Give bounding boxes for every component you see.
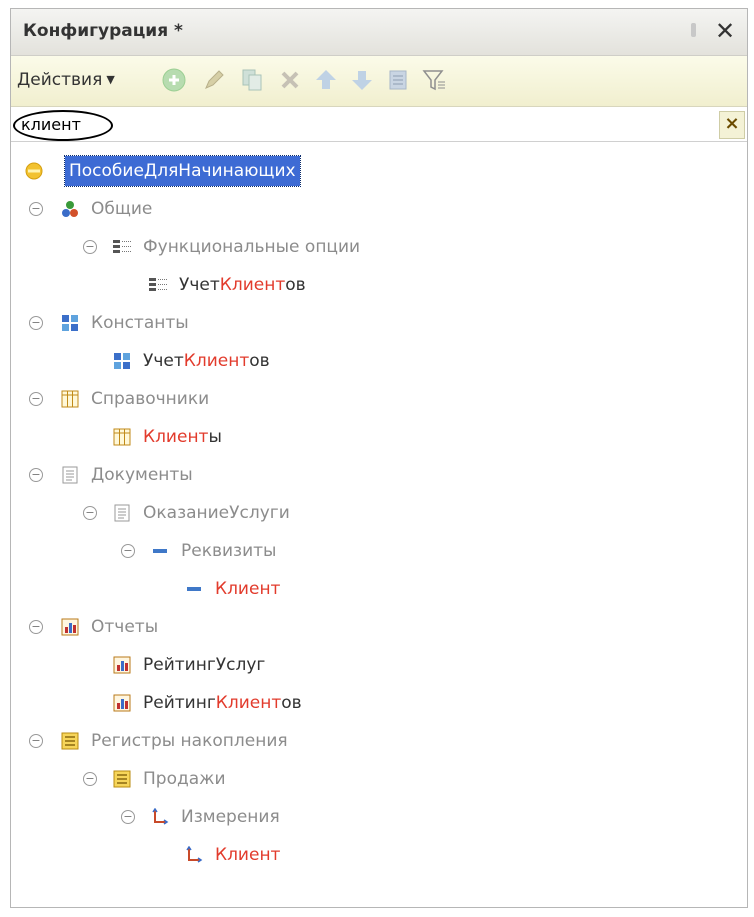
- collapse-toggle-icon[interactable]: −: [29, 620, 43, 634]
- tree-item-label: Измерения: [181, 807, 280, 827]
- catalog-icon: [113, 428, 131, 446]
- search-input[interactable]: [17, 111, 725, 137]
- functional-options-icon: [113, 240, 131, 253]
- close-button[interactable]: ✕: [711, 17, 739, 45]
- documents-icon: [62, 466, 78, 484]
- attribute-icon: [187, 587, 201, 591]
- collapse-toggle-icon[interactable]: −: [121, 810, 135, 824]
- constants-icon: [62, 315, 78, 331]
- tree-item-label: ПособиеДляНачинающих: [64, 155, 301, 187]
- actions-label: Действия: [17, 70, 103, 90]
- clear-search-button[interactable]: ×: [719, 111, 745, 139]
- tree-item-label: Клиенты: [143, 427, 222, 447]
- tree-item-label: УчетКлиентов: [179, 275, 306, 295]
- collapse-toggle-icon[interactable]: −: [29, 468, 43, 482]
- search-bar: ×: [11, 107, 747, 142]
- tree-item-label: Продажи: [143, 769, 226, 789]
- tree-item-label: РейтингУслуг: [143, 655, 266, 675]
- attributes-icon: [153, 549, 167, 553]
- tree-item-label: ОказаниеУслуги: [143, 503, 290, 523]
- title-bar: Конфигурация * ✕: [11, 9, 747, 56]
- delete-icon[interactable]: [277, 67, 303, 93]
- filter-icon[interactable]: [421, 67, 447, 93]
- common-icon: [62, 201, 78, 217]
- actions-menu[interactable]: Действия ▼: [17, 70, 115, 90]
- collapse-toggle-icon[interactable]: −: [29, 734, 43, 748]
- tree-item-label: Клиент: [215, 845, 281, 865]
- tree-item-label: Функциональные опции: [143, 237, 361, 257]
- collapse-toggle-icon[interactable]: −: [83, 772, 97, 786]
- accumulation-registers-icon: [61, 732, 79, 750]
- move-down-icon[interactable]: [349, 67, 375, 93]
- tree-item-label: Отчеты: [91, 617, 159, 637]
- tree-item-label: Регистры накопления: [91, 731, 288, 751]
- copy-icon[interactable]: [239, 67, 265, 93]
- tree-item-label: Документы: [91, 465, 193, 485]
- edit-icon[interactable]: [201, 67, 227, 93]
- reports-icon: [61, 618, 79, 636]
- window-title: Конфигурация *: [23, 21, 183, 41]
- tree-item-label: УчетКлиентов: [143, 351, 270, 371]
- catalogs-icon: [61, 390, 79, 408]
- functional-option-icon: [149, 278, 167, 291]
- sort-icon[interactable]: [385, 67, 411, 93]
- dimension-icon: [186, 846, 203, 863]
- move-up-icon[interactable]: [313, 67, 339, 93]
- tree-item-label: Справочники: [91, 389, 210, 409]
- collapse-toggle-icon[interactable]: −: [29, 316, 43, 330]
- report-icon: [113, 656, 131, 674]
- tree-item-label: Константы: [91, 313, 189, 333]
- collapse-toggle-icon[interactable]: −: [83, 240, 97, 254]
- report-icon: [113, 694, 131, 712]
- configuration-tree: ПособиеДляНачинающих − Общие − Функциона…: [11, 144, 747, 904]
- collapse-toggle-icon[interactable]: −: [29, 392, 43, 406]
- dimensions-icon: [152, 808, 169, 825]
- pin-icon[interactable]: [691, 23, 696, 37]
- tree-item-label: РейтингКлиентов: [143, 693, 302, 713]
- add-icon[interactable]: [161, 67, 187, 93]
- config-root-icon: [25, 162, 43, 180]
- tree-item-label: Реквизиты: [181, 541, 277, 561]
- constant-icon: [114, 353, 130, 369]
- collapse-toggle-icon[interactable]: −: [121, 544, 135, 558]
- tree-item-label: Клиент: [215, 579, 281, 599]
- toolbar: Действия ▼: [11, 56, 747, 107]
- tree-item-label: Общие: [91, 199, 153, 219]
- collapse-toggle-icon[interactable]: −: [83, 506, 97, 520]
- document-icon: [114, 504, 130, 522]
- collapse-toggle-icon[interactable]: −: [29, 202, 43, 216]
- dropdown-caret-icon: ▼: [106, 73, 115, 86]
- configuration-panel: Конфигурация * ✕ Действия ▼ клиент × Пос…: [10, 8, 748, 908]
- accumulation-register-icon: [113, 770, 131, 788]
